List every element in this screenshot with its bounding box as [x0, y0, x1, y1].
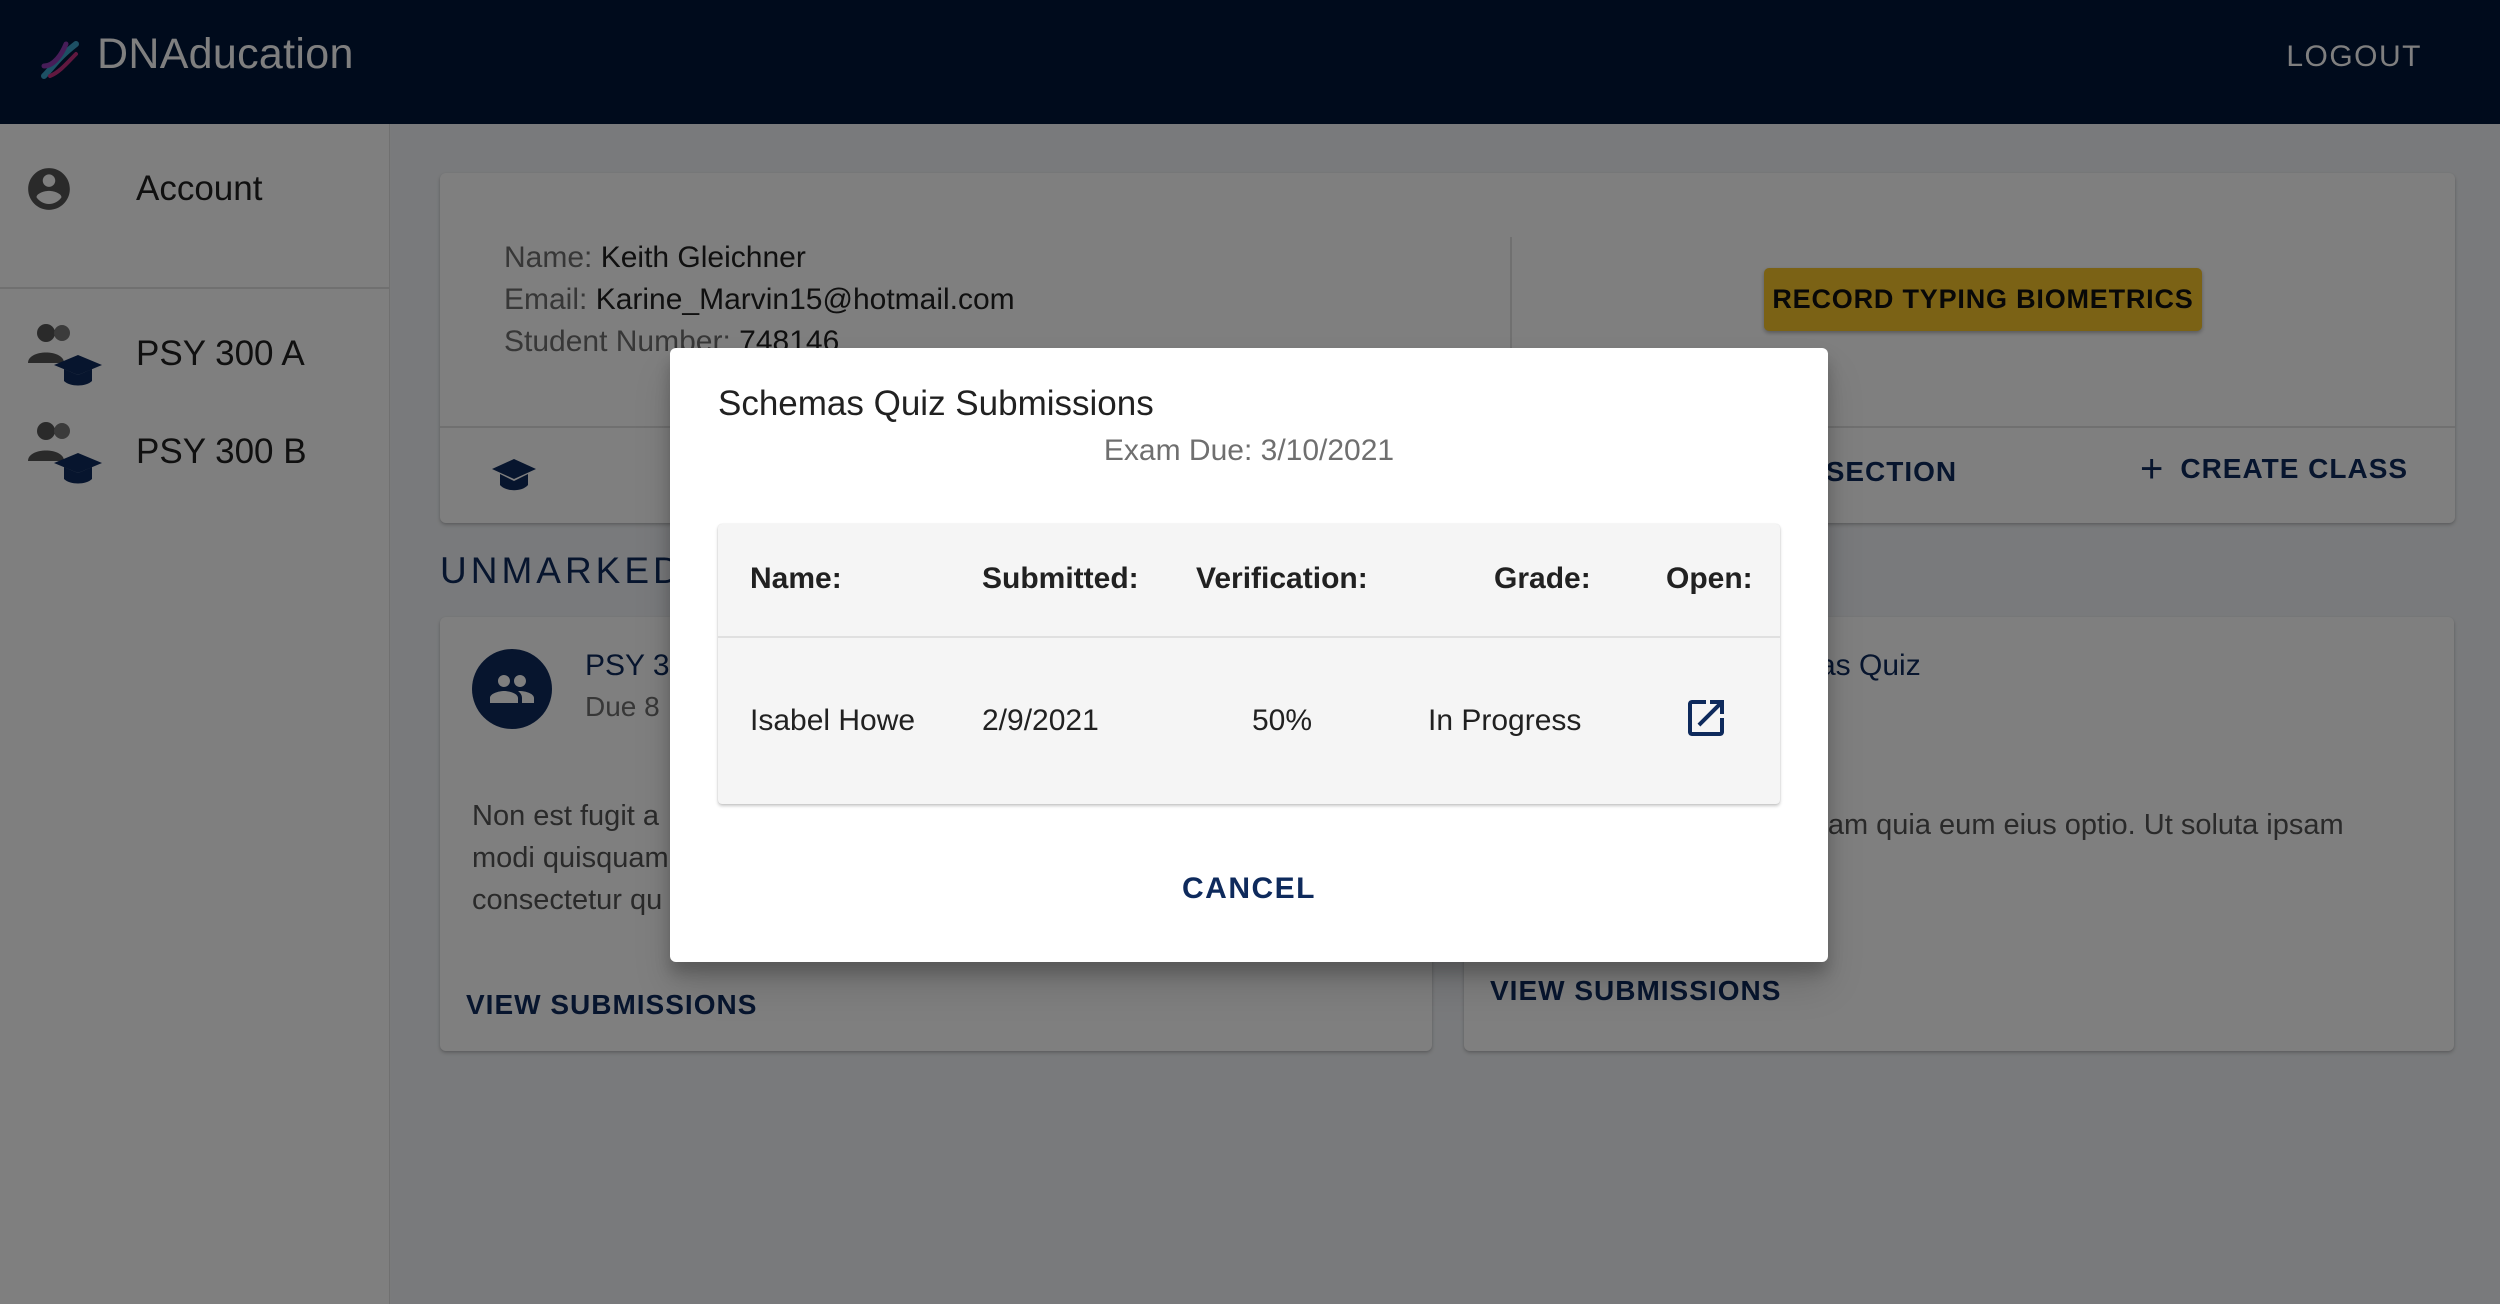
- exam-due-date: Exam Due: 3/10/2021: [1103, 434, 1395, 467]
- table-header-divider: [718, 636, 1780, 638]
- open-in-new-icon[interactable]: [1682, 694, 1730, 742]
- column-header-submitted: Submitted:: [982, 562, 1139, 595]
- cell-grade: In Progress: [1428, 704, 1582, 737]
- cell-name: Isabel Howe: [750, 704, 916, 737]
- column-header-open: Open:: [1666, 562, 1753, 595]
- cell-submitted: 2/9/2021: [982, 704, 1099, 737]
- dialog-title: Schemas Quiz Submissions: [718, 384, 1154, 423]
- column-header-grade: Grade:: [1494, 562, 1591, 595]
- cancel-button[interactable]: CANCEL: [670, 872, 1828, 906]
- cell-verification: 50%: [1252, 704, 1313, 737]
- column-header-verification: Verification:: [1196, 562, 1368, 595]
- column-header-name: Name:: [750, 562, 842, 595]
- submissions-dialog: Schemas Quiz Submissions Exam Due: 3/10/…: [670, 348, 1828, 962]
- submissions-table: Name: Submitted: Verification: Grade: Op…: [718, 524, 1780, 804]
